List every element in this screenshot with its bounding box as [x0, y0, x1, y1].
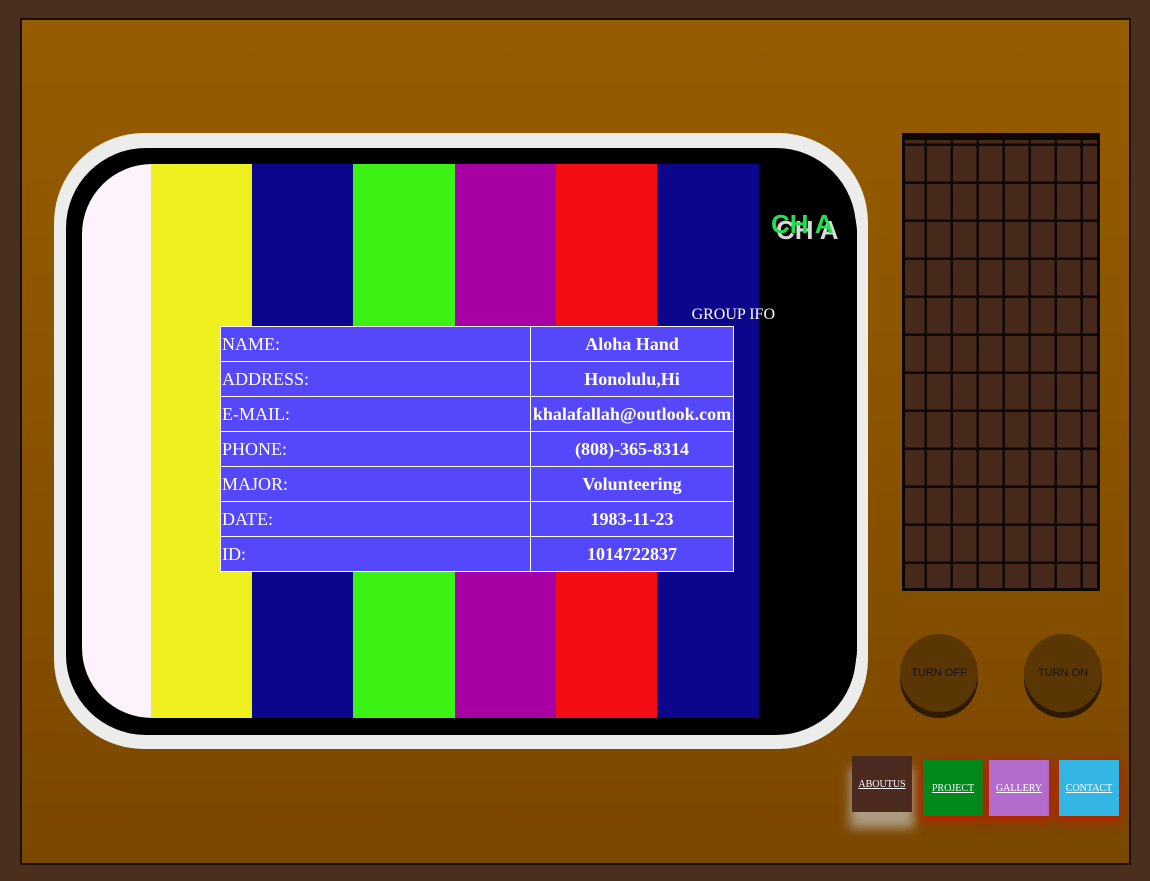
table-row: PHONE: (808)-365-8314: [220, 431, 734, 467]
table-row: MAJOR: Volunteering: [220, 466, 734, 502]
black-bar: [759, 164, 857, 718]
channel-label: CH A: [771, 209, 834, 239]
gallery-button[interactable]: GALLERY: [989, 760, 1049, 816]
name-value: Aloha Hand: [530, 326, 734, 362]
id-value: 1014722837: [530, 536, 734, 572]
turn-off-knob[interactable]: TURN OFF: [900, 634, 978, 712]
table-row: ADDRESS: Honolulu,Hi: [220, 361, 734, 397]
group-info-table: NAME: Aloha Hand ADDRESS: Honolulu,Hi E-…: [220, 326, 734, 572]
group-info-title: GROUP IFO: [691, 306, 775, 323]
id-label: ID:: [220, 536, 531, 572]
major-label: MAJOR:: [220, 466, 531, 502]
phone-label: PHONE:: [220, 431, 531, 467]
table-row: ID: 1014722837: [220, 536, 734, 572]
turn-on-knob[interactable]: TURN ON: [1024, 634, 1102, 712]
date-label: DATE:: [220, 501, 531, 537]
table-row: E-MAIL: khalafallah@outlook.com: [220, 396, 734, 432]
date-value: 1983-11-23: [530, 501, 734, 537]
about-us-button[interactable]: ABOUTUS: [852, 756, 912, 812]
email-value: khalafallah@outlook.com: [530, 396, 734, 432]
email-label: E-MAIL:: [220, 396, 531, 432]
table-row: DATE: 1983-11-23: [220, 501, 734, 537]
address-value: Honolulu,Hi: [530, 361, 734, 397]
tv-cabinet: CH A CH A GROUP IFO NAME: Aloha Hand ADD…: [20, 18, 1131, 865]
speaker-grille: [902, 133, 1100, 591]
project-button[interactable]: PROJECT: [923, 760, 983, 816]
tv-screen: CH A CH A GROUP IFO NAME: Aloha Hand ADD…: [82, 164, 857, 718]
major-value: Volunteering: [530, 466, 734, 502]
address-label: ADDRESS:: [220, 361, 531, 397]
name-label: NAME:: [220, 326, 531, 362]
table-row: NAME: Aloha Hand: [220, 326, 734, 362]
contact-button[interactable]: CONTACT: [1059, 760, 1119, 816]
phone-value: (808)-365-8314: [530, 431, 734, 467]
white-bar: [82, 164, 151, 718]
